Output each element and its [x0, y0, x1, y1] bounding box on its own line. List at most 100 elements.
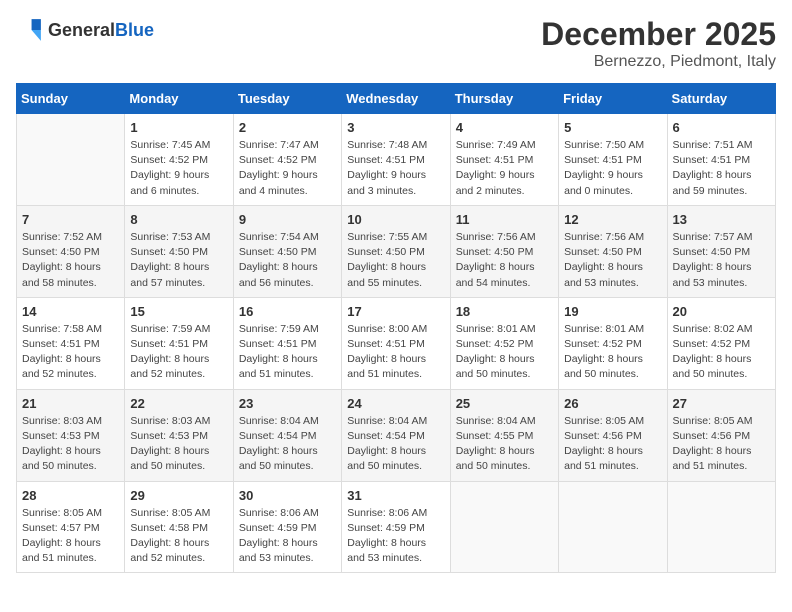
day-number: 8: [130, 212, 227, 227]
day-number: 12: [564, 212, 661, 227]
day-info: Sunrise: 7:58 AM Sunset: 4:51 PM Dayligh…: [22, 322, 119, 383]
day-info: Sunrise: 7:59 AM Sunset: 4:51 PM Dayligh…: [130, 322, 227, 383]
day-number: 17: [347, 304, 444, 319]
day-number: 30: [239, 488, 336, 503]
calendar-cell: 21 Sunrise: 8:03 AM Sunset: 4:53 PM Dayli…: [17, 389, 125, 481]
calendar-cell: 24Sunrise: 8:04 AM Sunset: 4:54 PM Dayli…: [342, 389, 450, 481]
day-number: 25: [456, 396, 553, 411]
day-info: Sunrise: 8:05 AM Sunset: 4:57 PM Dayligh…: [22, 506, 119, 567]
calendar-body: 1Sunrise: 7:45 AM Sunset: 4:52 PM Daylig…: [17, 114, 776, 573]
calendar-cell: 4Sunrise: 7:49 AM Sunset: 4:51 PM Daylig…: [450, 114, 558, 206]
day-info: Sunrise: 8:05 AM Sunset: 4:56 PM Dayligh…: [564, 414, 661, 475]
day-info: Sunrise: 8:04 AM Sunset: 4:54 PM Dayligh…: [239, 414, 336, 475]
calendar-cell: 2 Sunrise: 7:47 AM Sunset: 4:52 PM Daylig…: [233, 114, 341, 206]
weekday-header-monday: Monday: [125, 84, 233, 114]
calendar-cell: 25Sunrise: 8:04 AM Sunset: 4:55 PM Dayli…: [450, 389, 558, 481]
day-info: Sunrise: 7:54 AM Sunset: 4:50 PM Dayligh…: [239, 230, 336, 291]
day-number: 6: [673, 120, 770, 135]
day-number: 16: [239, 304, 336, 319]
day-number: 7: [22, 212, 119, 227]
calendar-cell: [17, 114, 125, 206]
calendar-cell: 13 Sunrise: 7:57 AM Sunset: 4:50 PM Dayli…: [667, 205, 775, 297]
generalblue-logo-icon: [16, 16, 44, 44]
day-number: 20: [673, 304, 770, 319]
calendar-cell: 17 Sunrise: 8:00 AM Sunset: 4:51 PM Dayli…: [342, 297, 450, 389]
day-number: 3: [347, 120, 444, 135]
day-info: Sunrise: 7:53 AM Sunset: 4:50 PM Dayligh…: [130, 230, 227, 291]
weekday-header-tuesday: Tuesday: [233, 84, 341, 114]
day-info: Sunrise: 8:06 AM Sunset: 4:59 PM Dayligh…: [239, 506, 336, 567]
calendar-cell: 27 Sunrise: 8:05 AM Sunset: 4:56 PM Dayli…: [667, 389, 775, 481]
calendar-cell: 8 Sunrise: 7:53 AM Sunset: 4:50 PM Daylig…: [125, 205, 233, 297]
calendar-cell: 22 Sunrise: 8:03 AM Sunset: 4:53 PM Dayli…: [125, 389, 233, 481]
day-number: 22: [130, 396, 227, 411]
calendar-header: SundayMondayTuesdayWednesdayThursdayFrid…: [17, 84, 776, 114]
location-title: Bernezzo, Piedmont, Italy: [541, 53, 776, 71]
day-number: 11: [456, 212, 553, 227]
day-info: Sunrise: 7:57 AM Sunset: 4:50 PM Dayligh…: [673, 230, 770, 291]
calendar-week-row-1: 7 Sunrise: 7:52 AM Sunset: 4:50 PM Daylig…: [17, 205, 776, 297]
calendar-cell: 29Sunrise: 8:05 AM Sunset: 4:58 PM Dayli…: [125, 481, 233, 573]
calendar-cell: 18 Sunrise: 8:01 AM Sunset: 4:52 PM Dayli…: [450, 297, 558, 389]
calendar-cell: 9 Sunrise: 7:54 AM Sunset: 4:50 PM Daylig…: [233, 205, 341, 297]
day-info: Sunrise: 8:06 AM Sunset: 4:59 PM Dayligh…: [347, 506, 444, 567]
logo-blue: Blue: [115, 20, 154, 40]
calendar-cell: 6 Sunrise: 7:51 AM Sunset: 4:51 PM Daylig…: [667, 114, 775, 206]
calendar-cell: [667, 481, 775, 573]
calendar-cell: 23 Sunrise: 8:04 AM Sunset: 4:54 PM Dayli…: [233, 389, 341, 481]
day-number: 10: [347, 212, 444, 227]
calendar-cell: 30 Sunrise: 8:06 AM Sunset: 4:59 PM Dayli…: [233, 481, 341, 573]
day-number: 9: [239, 212, 336, 227]
day-number: 19: [564, 304, 661, 319]
day-info: Sunrise: 7:47 AM Sunset: 4:52 PM Dayligh…: [239, 138, 336, 199]
day-info: Sunrise: 7:59 AM Sunset: 4:51 PM Dayligh…: [239, 322, 336, 383]
calendar-cell: 31Sunrise: 8:06 AM Sunset: 4:59 PM Dayli…: [342, 481, 450, 573]
weekday-header-row: SundayMondayTuesdayWednesdayThursdayFrid…: [17, 84, 776, 114]
calendar-cell: 10 Sunrise: 7:55 AM Sunset: 4:50 PM Dayli…: [342, 205, 450, 297]
day-info: Sunrise: 8:03 AM Sunset: 4:53 PM Dayligh…: [22, 414, 119, 475]
weekday-header-thursday: Thursday: [450, 84, 558, 114]
calendar-cell: 19Sunrise: 8:01 AM Sunset: 4:52 PM Dayli…: [559, 297, 667, 389]
day-info: Sunrise: 7:49 AM Sunset: 4:51 PM Dayligh…: [456, 138, 553, 199]
weekday-header-friday: Friday: [559, 84, 667, 114]
day-number: 21: [22, 396, 119, 411]
day-info: Sunrise: 8:04 AM Sunset: 4:54 PM Dayligh…: [347, 414, 444, 475]
logo-general: General: [48, 20, 115, 40]
day-number: 28: [22, 488, 119, 503]
calendar-cell: [559, 481, 667, 573]
calendar-cell: 15 Sunrise: 7:59 AM Sunset: 4:51 PM Dayli…: [125, 297, 233, 389]
day-number: 18: [456, 304, 553, 319]
calendar-cell: 5Sunrise: 7:50 AM Sunset: 4:51 PM Daylig…: [559, 114, 667, 206]
calendar-table: SundayMondayTuesdayWednesdayThursdayFrid…: [16, 83, 776, 573]
calendar-cell: [450, 481, 558, 573]
day-number: 23: [239, 396, 336, 411]
day-info: Sunrise: 8:03 AM Sunset: 4:53 PM Dayligh…: [130, 414, 227, 475]
day-number: 2: [239, 120, 336, 135]
page-header: GeneralBlue December 2025 Bernezzo, Pied…: [16, 16, 776, 71]
calendar-week-row-3: 21 Sunrise: 8:03 AM Sunset: 4:53 PM Dayli…: [17, 389, 776, 481]
calendar-cell: 28 Sunrise: 8:05 AM Sunset: 4:57 PM Dayli…: [17, 481, 125, 573]
day-info: Sunrise: 7:51 AM Sunset: 4:51 PM Dayligh…: [673, 138, 770, 199]
day-number: 13: [673, 212, 770, 227]
day-info: Sunrise: 7:48 AM Sunset: 4:51 PM Dayligh…: [347, 138, 444, 199]
day-number: 1: [130, 120, 227, 135]
title-block: December 2025 Bernezzo, Piedmont, Italy: [541, 16, 776, 71]
day-number: 14: [22, 304, 119, 319]
weekday-header-wednesday: Wednesday: [342, 84, 450, 114]
day-number: 15: [130, 304, 227, 319]
day-number: 5: [564, 120, 661, 135]
day-info: Sunrise: 8:05 AM Sunset: 4:56 PM Dayligh…: [673, 414, 770, 475]
calendar-week-row-2: 14 Sunrise: 7:58 AM Sunset: 4:51 PM Dayli…: [17, 297, 776, 389]
day-number: 26: [564, 396, 661, 411]
calendar-cell: 16 Sunrise: 7:59 AM Sunset: 4:51 PM Dayli…: [233, 297, 341, 389]
calendar-week-row-4: 28 Sunrise: 8:05 AM Sunset: 4:57 PM Dayli…: [17, 481, 776, 573]
calendar-cell: 3 Sunrise: 7:48 AM Sunset: 4:51 PM Daylig…: [342, 114, 450, 206]
calendar-cell: 7 Sunrise: 7:52 AM Sunset: 4:50 PM Daylig…: [17, 205, 125, 297]
day-info: Sunrise: 8:00 AM Sunset: 4:51 PM Dayligh…: [347, 322, 444, 383]
calendar-cell: 12Sunrise: 7:56 AM Sunset: 4:50 PM Dayli…: [559, 205, 667, 297]
day-info: Sunrise: 7:55 AM Sunset: 4:50 PM Dayligh…: [347, 230, 444, 291]
day-info: Sunrise: 7:52 AM Sunset: 4:50 PM Dayligh…: [22, 230, 119, 291]
day-info: Sunrise: 8:01 AM Sunset: 4:52 PM Dayligh…: [456, 322, 553, 383]
calendar-cell: 26 Sunrise: 8:05 AM Sunset: 4:56 PM Dayli…: [559, 389, 667, 481]
day-number: 27: [673, 396, 770, 411]
